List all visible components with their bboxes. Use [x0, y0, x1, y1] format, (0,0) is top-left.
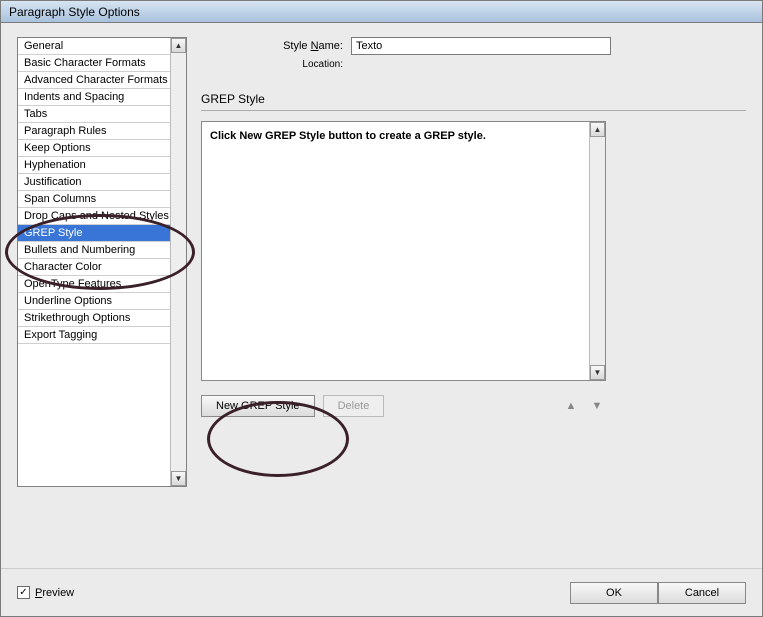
delete-button: Delete [323, 395, 385, 417]
sidebar-item[interactable]: Export Tagging [18, 327, 186, 344]
section-divider [201, 110, 746, 111]
new-grep-style-button[interactable]: New GREP Style [201, 395, 315, 417]
sidebar-item[interactable]: Bullets and Numbering [18, 242, 186, 259]
location-label: Location: [201, 59, 351, 70]
sidebar-item[interactable]: Tabs [18, 106, 186, 123]
location-row: Location: [201, 55, 746, 70]
sidebar-item[interactable]: Drop Caps and Nested Styles [18, 208, 186, 225]
style-name-input[interactable] [351, 37, 611, 55]
style-name-label-post: ame: [319, 40, 343, 52]
sidebar-item[interactable]: Basic Character Formats [18, 55, 186, 72]
dialog-window: Paragraph Style Options GeneralBasic Cha… [0, 0, 763, 617]
sidebar-item[interactable]: Character Color [18, 259, 186, 276]
sidebar-item[interactable]: Indents and Spacing [18, 89, 186, 106]
preview-label[interactable]: Preview [35, 587, 74, 599]
sidebar-item[interactable]: Justification [18, 174, 186, 191]
sidebar-item[interactable]: Strikethrough Options [18, 310, 186, 327]
style-name-label-accel: N [311, 40, 319, 52]
section-title: GREP Style [201, 92, 746, 106]
sidebar-item[interactable]: GREP Style [18, 225, 186, 242]
sidebar-scrollbar[interactable]: ▲ ▼ [170, 38, 186, 486]
grep-scrollbar[interactable]: ▲ ▼ [589, 122, 605, 380]
style-name-label: Style Name: [201, 40, 351, 52]
sidebar-item[interactable]: Advanced Character Formats [18, 72, 186, 89]
cancel-button[interactable]: Cancel [658, 582, 746, 604]
scroll-down-icon[interactable]: ▼ [171, 471, 186, 486]
sidebar-item[interactable]: Underline Options [18, 293, 186, 310]
window-title: Paragraph Style Options [9, 5, 140, 19]
main-panel: Style Name: Location: GREP Style Click N… [201, 37, 746, 568]
move-down-icon[interactable]: ▼ [588, 397, 606, 415]
style-name-label-pre: Style [283, 40, 311, 52]
scroll-track[interactable] [171, 53, 186, 471]
move-up-icon[interactable]: ▲ [562, 397, 580, 415]
category-list[interactable]: GeneralBasic Character FormatsAdvanced C… [17, 37, 187, 487]
scroll-track[interactable] [590, 137, 605, 365]
sidebar-item[interactable]: Keep Options [18, 140, 186, 157]
titlebar: Paragraph Style Options [1, 1, 762, 23]
preview-checkbox[interactable]: ✓ [17, 586, 30, 599]
grep-style-list[interactable]: Click New GREP Style button to create a … [201, 121, 606, 381]
content-area: GeneralBasic Character FormatsAdvanced C… [1, 23, 762, 568]
dialog-footer: ✓ Preview OK Cancel [1, 568, 762, 616]
grep-empty-message: Click New GREP Style button to create a … [210, 130, 597, 142]
sidebar-item[interactable]: OpenType Features [18, 276, 186, 293]
sidebar-item[interactable]: Hyphenation [18, 157, 186, 174]
scroll-up-icon[interactable]: ▲ [590, 122, 605, 137]
grep-button-row: New GREP Style Delete ▲ ▼ [201, 395, 606, 417]
style-name-row: Style Name: [201, 37, 746, 55]
sidebar-item[interactable]: General [18, 38, 186, 55]
sidebar-item[interactable]: Paragraph Rules [18, 123, 186, 140]
ok-button[interactable]: OK [570, 582, 658, 604]
preview-label-text: review [42, 587, 74, 599]
scroll-down-icon[interactable]: ▼ [590, 365, 605, 380]
scroll-up-icon[interactable]: ▲ [171, 38, 186, 53]
sidebar-item[interactable]: Span Columns [18, 191, 186, 208]
